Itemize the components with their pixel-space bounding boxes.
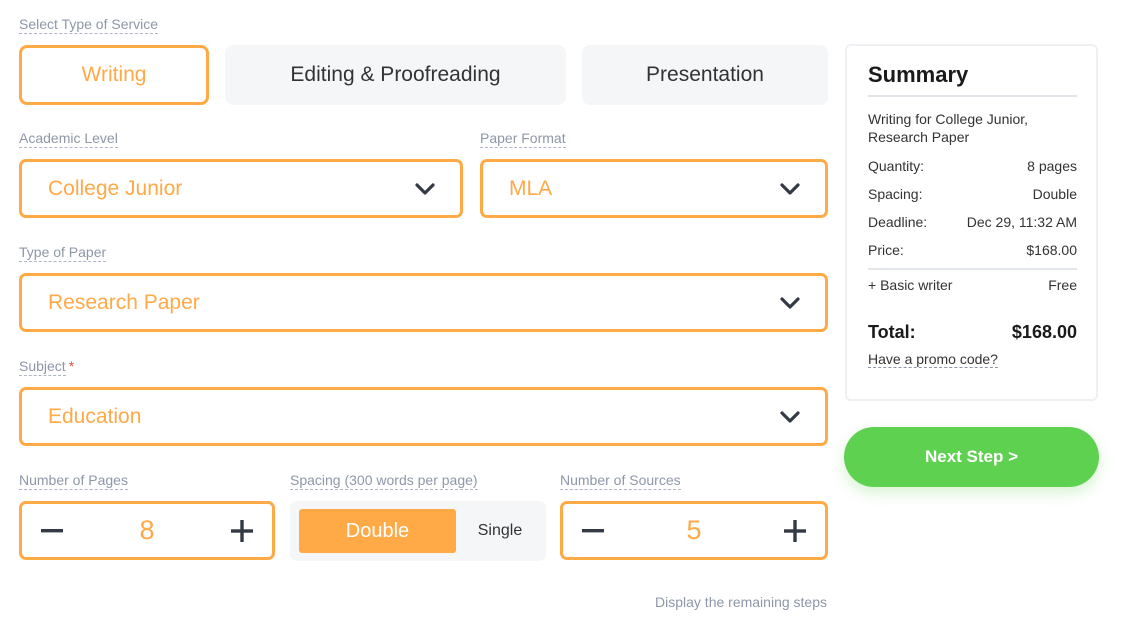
service-option-presentation[interactable]: Presentation: [582, 45, 828, 105]
sources-stepper: 5: [560, 501, 828, 560]
academic-level-select[interactable]: College Junior: [19, 159, 463, 218]
summary-description: Writing for College Junior, Research Pap…: [868, 111, 1029, 145]
paper-type-value: Research Paper: [48, 290, 200, 314]
paper-format-label: Paper Format: [480, 130, 566, 148]
spacing-option-single[interactable]: Single: [460, 509, 540, 553]
minus-icon[interactable]: [581, 519, 605, 543]
subject-label-wrap: Subject *: [19, 358, 75, 376]
summary-row: Spacing: Double: [868, 186, 1077, 202]
summary-row: Quantity: 8 pages: [868, 158, 1077, 174]
summary-row-label: Spacing:: [868, 186, 923, 202]
pages-label: Number of Pages: [19, 472, 128, 490]
academic-level-label: Academic Level: [19, 130, 118, 148]
summary-panel: Summary Writing for College Junior, Rese…: [845, 44, 1098, 401]
required-mark: *: [68, 358, 75, 374]
sources-value: 5: [686, 515, 702, 545]
sources-label: Number of Sources: [560, 472, 681, 490]
summary-total: Total: $168.00: [868, 322, 1077, 343]
summary-row-value: $168.00: [1026, 242, 1077, 258]
chevron-down-icon: [779, 292, 801, 314]
summary-row-label: Deadline:: [868, 214, 928, 230]
spacing-option-double[interactable]: Double: [299, 509, 456, 553]
total-label: Total:: [868, 322, 916, 342]
summary-row-label: Price:: [868, 242, 904, 258]
summary-row-label: Quantity:: [868, 158, 925, 174]
summary-extra-row: + Basic writer Free: [868, 277, 1077, 293]
plus-icon[interactable]: [783, 519, 807, 543]
pages-value: 8: [139, 515, 155, 545]
subject-label: Subject: [19, 358, 66, 376]
paper-format-value: MLA: [509, 176, 553, 200]
total-value: $168.00: [1011, 322, 1077, 342]
service-option-writing[interactable]: Writing: [19, 45, 209, 105]
spacing-toggle: Double Single: [290, 501, 546, 561]
chevron-down-icon: [779, 178, 801, 200]
promo-code-link[interactable]: Have a promo code?: [868, 351, 998, 368]
summary-extra-value: Free: [1048, 277, 1077, 293]
pages-stepper: 8: [19, 501, 275, 560]
paper-type-label: Type of Paper: [19, 244, 107, 262]
summary-row: Deadline: Dec 29, 11:32 AM: [868, 214, 1077, 230]
summary-row-value: 8 pages: [1027, 158, 1077, 174]
divider: [868, 268, 1077, 270]
paper-format-select[interactable]: MLA: [480, 159, 828, 218]
summary-extra-label: + Basic writer: [868, 277, 953, 293]
subject-value: Education: [48, 404, 142, 428]
chevron-down-icon: [414, 178, 436, 200]
summary-row-value: Double: [1032, 186, 1077, 202]
plus-icon[interactable]: [230, 519, 254, 543]
minus-icon[interactable]: [40, 519, 64, 543]
chevron-down-icon: [779, 406, 801, 428]
summary-row-value: Dec 29, 11:32 AM: [966, 214, 1077, 230]
paper-type-select[interactable]: Research Paper: [19, 273, 828, 332]
summary-title: Summary: [868, 62, 969, 87]
academic-level-value: College Junior: [48, 176, 183, 200]
spacing-label: Spacing (300 words per page): [290, 472, 478, 490]
summary-row: Price: $168.00: [868, 242, 1077, 258]
next-step-button[interactable]: Next Step >: [844, 427, 1099, 487]
display-remaining-steps-link[interactable]: Display the remaining steps: [655, 594, 827, 610]
service-type-label: Select Type of Service: [19, 16, 159, 34]
subject-select[interactable]: Education: [19, 387, 828, 446]
service-option-editing[interactable]: Editing & Proofreading: [225, 45, 566, 105]
divider: [868, 95, 1077, 97]
